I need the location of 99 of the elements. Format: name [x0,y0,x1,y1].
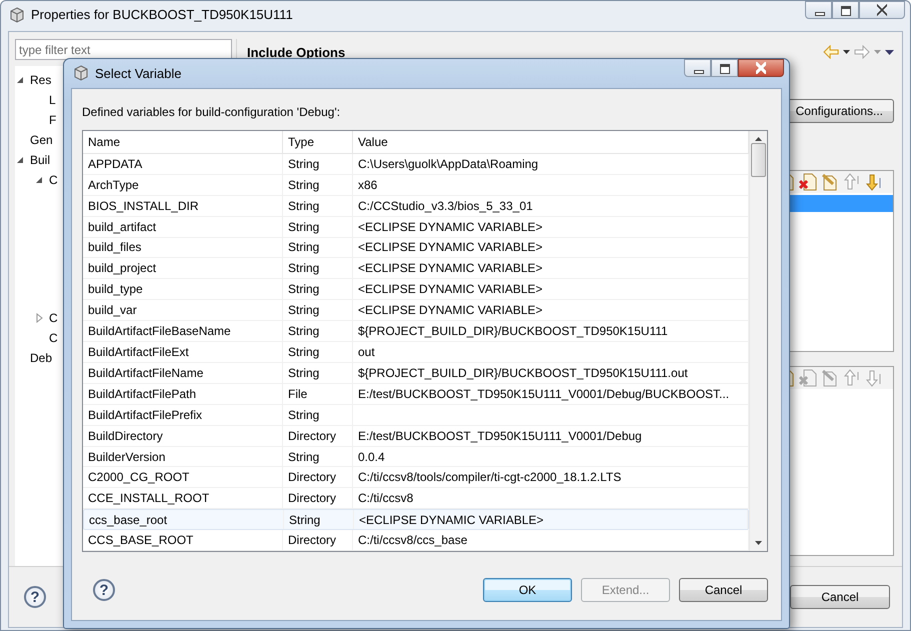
table-cell: Directory [288,470,336,484]
table-cell: build_files [88,240,142,254]
table-cell: <ECLIPSE DYNAMIC VARIABLE> [358,261,543,276]
scrollbar[interactable] [749,131,767,551]
table-cell: E:/test/BUCKBOOST_TD950K15U111_V0001/Debug/BUCKBOOST... [358,386,730,401]
table-cell: BuildArtifactFilePrefix [88,408,202,422]
tree-item[interactable]: C [49,173,58,187]
scroll-down-icon[interactable] [755,541,762,545]
table-cell: ${PROJECT_BUILD_DIR}/BUCKBOOST_TD950K15U111 [358,324,668,338]
table-cell: String [288,450,320,464]
page-title: Include Options [247,44,346,60]
table-cell: Directory [288,533,336,548]
table-cell: String [288,303,320,318]
table-cell: C:/ti/ccsv8/tools/compiler/ti-cgt-c2000_18.1.2.LTS [358,470,622,484]
tree-item[interactable]: Gen [30,133,53,147]
table-cell: File [288,386,308,401]
view-menu-icon[interactable] [885,50,894,54]
maximize-button[interactable] [832,1,859,19]
table-cell: BuildArtifactFilePath [88,386,196,401]
close-button[interactable] [738,59,784,77]
scroll-up-icon[interactable] [755,137,762,141]
tree-item[interactable]: Res [30,73,52,87]
minimize-button[interactable] [805,1,832,19]
table-cell: ccs_base_root [89,512,168,527]
table-cell: C:/ti/ccsv8 [358,491,414,506]
table-cell: String [288,345,320,359]
table-cell: C2000_CG_ROOT [88,470,190,484]
close-button[interactable] [859,1,905,19]
scroll-thumb[interactable] [751,143,766,177]
collapse-toggle-icon[interactable] [34,175,45,185]
table-cell: build_type [88,282,143,296]
table-cell: BuildArtifactFileBaseName [88,324,231,338]
table-cell: String [288,198,320,213]
table-cell: String [289,512,320,527]
table-cell: String [288,220,320,234]
table-cell: String [288,324,320,338]
table-cell: out [358,345,375,359]
table-cell: <ECLIPSE DYNAMIC VARIABLE> [359,512,544,527]
table-cell: <ECLIPSE DYNAMIC VARIABLE> [358,303,543,318]
table-cell: BuildArtifactFileName [88,366,204,380]
ok-button[interactable]: OK [483,578,572,602]
table-cell: ${PROJECT_BUILD_DIR}/BUCKBOOST_TD950K15U111.out [358,366,688,380]
dialog-title: Select Variable [95,66,182,81]
tree-item[interactable]: C [49,311,58,325]
cancel-button[interactable]: Cancel [679,578,768,602]
filter-field[interactable]: type filter text [15,39,232,60]
table-cell: String [288,282,320,296]
help-button[interactable]: ? [24,586,46,608]
maximize-button[interactable] [711,59,738,77]
table-cell: <ECLIPSE DYNAMIC VARIABLE> [358,282,543,296]
table-cell: build_artifact [88,220,156,234]
selected-row[interactable]: ccs_base_root String <ECLIPSE DYNAMIC VARIABLE> [83,509,749,530]
table-cell: CCE_INSTALL_ROOT [88,491,210,506]
table-cell: String [288,261,320,276]
table-cell: String [288,156,320,171]
table-cell: 0.0.4 [358,450,385,464]
table-cell: x86 [358,178,378,192]
column-header[interactable]: Type [283,131,353,153]
table-cell: C:\Users\guolk\AppData\Roaming [358,156,538,171]
help-button[interactable]: ? [93,579,115,601]
table-cell: String [288,240,320,254]
table-cell: C:/ti/ccsv8/ccs_base [358,533,468,548]
window-title: Properties for BUCKBOOST_TD950K15U111 [31,7,293,22]
table-cell: CCS_BASE_ROOT [88,533,194,548]
expand-toggle-icon[interactable] [34,313,45,323]
table-cell: <ECLIPSE DYNAMIC VARIABLE> [358,220,543,234]
caret-icon[interactable] [843,50,850,54]
tree-item[interactable]: Deb [30,351,52,365]
down-arrow-icon[interactable] [865,173,883,191]
collapse-toggle-icon[interactable] [15,155,26,165]
table-cell: APPDATA [88,156,142,171]
delete-icon[interactable] [799,173,817,191]
cube-icon [73,65,89,81]
table-cell: <ECLIPSE DYNAMIC VARIABLE> [358,240,543,254]
cancel-button[interactable]: Cancel [790,585,890,609]
table-cell: BIOS_INSTALL_DIR [88,198,198,213]
table-cell: C:/CCStudio_v3.3/bios_5_33_01 [358,198,533,213]
tree-item[interactable]: Buil [30,153,50,167]
table-cell: BuilderVersion [88,450,166,464]
tree-item[interactable]: L [49,93,56,107]
table-cell: build_var [88,303,137,318]
table-cell: Directory [288,428,336,443]
table-cell: String [288,366,320,380]
cube-icon [9,7,25,23]
table-cell: Directory [288,491,336,506]
table-cell: BuildArtifactFileExt [88,345,189,359]
table-cell: BuildDirectory [88,428,163,443]
edit-icon[interactable] [821,173,839,191]
table-cell: String [288,408,320,422]
tree-item[interactable]: C [49,331,58,345]
table-cell: E:/test/BUCKBOOST_TD950K15U111_V0001/Debug [358,428,642,443]
tree-item[interactable]: F [49,113,56,127]
collapse-toggle-icon[interactable] [15,75,26,85]
column-header[interactable]: Name [83,131,283,153]
table-cell: String [288,178,320,192]
table-cell: build_project [88,261,156,276]
table-cell: ArchType [88,178,139,192]
minimize-button[interactable] [684,59,711,77]
prompt-text: Defined variables for build-configuration 'Debug': [82,105,342,119]
